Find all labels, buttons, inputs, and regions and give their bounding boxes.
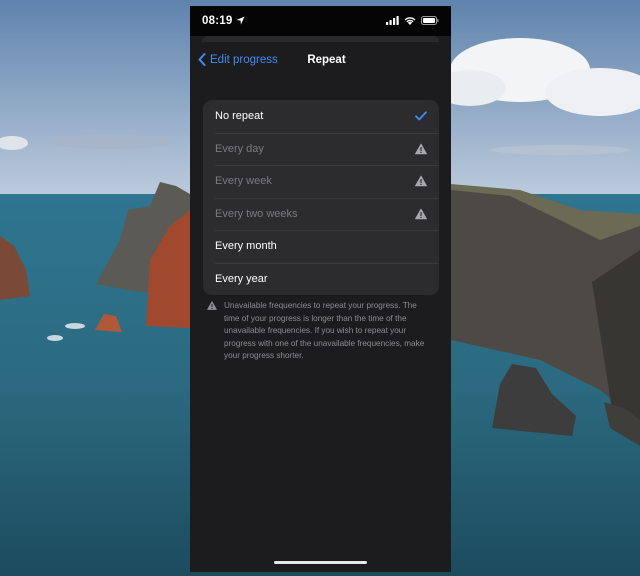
status-bar: 08:19 (190, 6, 451, 36)
option-label: No repeat (215, 110, 264, 123)
option-every-day[interactable]: Every day (203, 132, 439, 166)
option-label: Every day (215, 142, 264, 155)
location-arrow-icon (236, 16, 245, 25)
phone-screen: 08:19 Edit progress Repeat No repeat Eve… (190, 6, 451, 572)
option-every-month[interactable]: Every month (203, 230, 439, 263)
warning-icon (207, 301, 217, 310)
option-every-week[interactable]: Every week (203, 165, 439, 198)
option-label: Every month (215, 240, 277, 253)
home-indicator[interactable] (274, 561, 367, 564)
wifi-icon (404, 17, 416, 25)
note-text: Unavailable frequencies to repeat your p… (224, 301, 425, 361)
status-time: 08:19 (202, 15, 233, 27)
checkmark-icon (415, 111, 427, 121)
option-every-two-weeks[interactable]: Every two weeks (203, 197, 439, 231)
option-label: Every year (215, 272, 268, 285)
cellular-signal-icon (386, 16, 399, 25)
navigation-bar: Edit progress Repeat (190, 42, 451, 78)
warning-icon (415, 175, 427, 187)
option-every-year[interactable]: Every year (203, 262, 439, 296)
option-label: Every week (215, 175, 272, 188)
battery-icon (421, 16, 439, 25)
option-no-repeat[interactable]: No repeat (203, 100, 439, 133)
warning-icon (415, 143, 427, 155)
status-icons (386, 16, 439, 25)
unavailable-frequencies-note: Unavailable frequencies to repeat your p… (207, 300, 429, 363)
option-label: Every two weeks (215, 207, 298, 220)
repeat-options-list: No repeat Every day Every week Every two… (203, 100, 439, 295)
repeat-sheet: Edit progress Repeat No repeat Every day (190, 42, 451, 572)
warning-icon (415, 208, 427, 220)
page-title: Repeat (307, 54, 346, 66)
